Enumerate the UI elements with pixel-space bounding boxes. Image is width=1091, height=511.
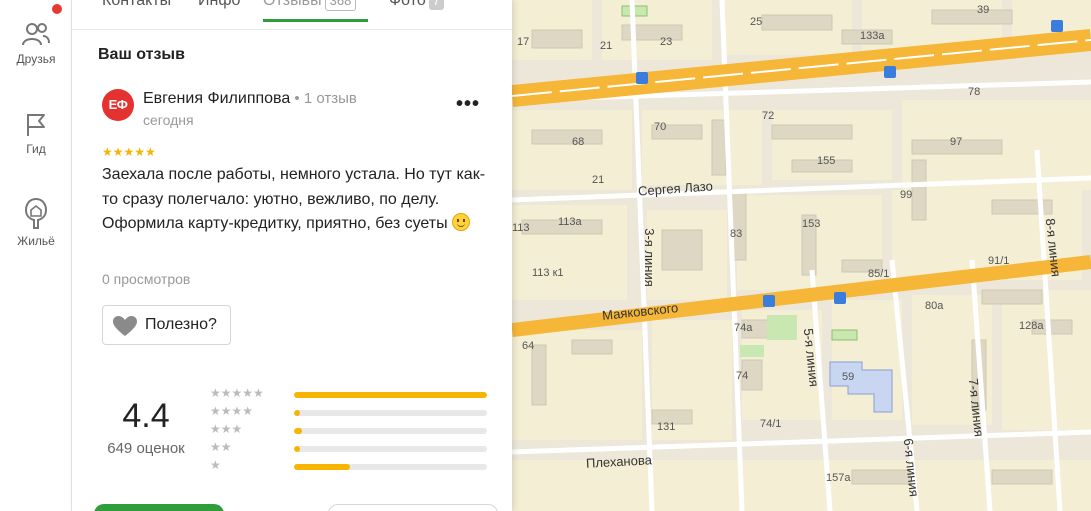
tab-contacts[interactable]: Контакты (102, 0, 171, 30)
left-rail: Друзья Гид Жильё (0, 0, 72, 511)
rating-row: ★ (210, 458, 500, 475)
building-number: 91/1 (988, 255, 1010, 267)
rating-row-fill (294, 428, 302, 434)
building-number: 113 к1 (532, 267, 564, 279)
author-review-count: • 1 отзыв (290, 90, 357, 107)
building-number: 128а (1019, 320, 1044, 332)
author-name: Евгения Филиппова (143, 90, 291, 107)
rail-label-guide: Гид (26, 142, 46, 156)
building-number: 113а (558, 216, 582, 228)
rating-row-fill (294, 410, 300, 416)
building-number: 155 (817, 155, 836, 167)
tab-label: Фото (389, 0, 426, 9)
flag-icon (27, 114, 45, 136)
rating-row-bar (294, 410, 487, 416)
rail-label-friends: Друзья (16, 52, 56, 66)
building-number: 74 (736, 370, 749, 382)
rating-row-fill (294, 392, 487, 398)
building-number: 64 (522, 340, 535, 352)
building-number: 80а (925, 300, 944, 312)
more-options-icon[interactable]: ••• (456, 93, 480, 116)
rating-row-bar (294, 428, 487, 434)
useful-label: Полезно? (145, 316, 217, 333)
rating-row: ★★★★ (210, 404, 500, 421)
rating-value: 4.4 (122, 397, 170, 435)
rating-row: ★★ (210, 440, 500, 457)
building-number: 113 (512, 222, 530, 234)
rating-row-bar (294, 392, 487, 398)
tab-info[interactable]: Инфо (198, 0, 240, 30)
rating-row-stars: ★★ (210, 440, 232, 454)
active-tab-indicator (263, 19, 368, 22)
useful-button[interactable]: Полезно? (102, 305, 231, 345)
house-icon (24, 197, 48, 229)
rating-row-stars: ★★★ (210, 422, 243, 436)
notification-dot (52, 4, 62, 14)
review-date: сегодня (143, 112, 194, 128)
building-number: 97 (950, 136, 963, 148)
tab-label: Контакты (102, 0, 172, 9)
building-number: 68 (572, 136, 585, 148)
rating-row-bar (294, 464, 487, 470)
building-number: 153 (802, 218, 821, 230)
rating-row-fill (294, 446, 300, 452)
building-number: 74/1 (760, 418, 782, 430)
review-text: Заехала после работы, немного устала. Но… (102, 163, 492, 237)
tab-label: Инфо (198, 0, 241, 9)
tab-count: 7 (428, 0, 444, 10)
building-number: 83 (730, 228, 743, 240)
write-review-button[interactable] (94, 504, 224, 511)
building-number: 74а (734, 322, 753, 334)
rating-row: ★★★ (210, 422, 500, 439)
street-label: 3-я линия (641, 228, 657, 287)
building-number: 21 (592, 174, 605, 186)
section-title: Ваш отзыв (98, 46, 185, 63)
building-number: 85/1 (868, 268, 890, 280)
building-number: 131 (657, 421, 676, 433)
building-number: 39 (977, 4, 990, 16)
building-number: 78 (968, 86, 981, 98)
rail-item-housing[interactable]: Жильё (0, 196, 72, 248)
sort-button[interactable] (328, 504, 498, 511)
building-number: 70 (654, 121, 667, 133)
rating-row-fill (294, 464, 350, 470)
building-number: 72 (762, 110, 775, 122)
building-number: 99 (900, 189, 913, 201)
rating-count: 649 оценок (107, 440, 185, 457)
rating-row-stars: ★ (210, 458, 221, 472)
rail-label-housing: Жильё (17, 234, 55, 248)
rail-item-guide[interactable]: Гид (0, 110, 72, 156)
map[interactable]: 17 21 23 25 133а 39 68 70 72 78 97 155 21 99 113 113а 83… (512, 0, 1091, 511)
rating-row: ★★★★★ (210, 386, 500, 403)
tab-bar: Контакты Инфо Отзывы 368 Фото 7 (72, 0, 512, 30)
building-number: 17 (517, 36, 530, 48)
heart-icon (113, 316, 137, 336)
people-icon (22, 23, 50, 46)
building-number: 21 (600, 40, 613, 52)
avatar[interactable]: ЕФ (102, 89, 134, 121)
smile-emoji-icon (452, 213, 471, 231)
rail-item-friends[interactable]: Друзья (0, 20, 72, 66)
rating-summary: 4.4 649 оценок (96, 397, 196, 457)
tab-photos[interactable]: Фото 7 (389, 0, 444, 30)
rating-row-stars: ★★★★ (210, 404, 254, 418)
building-number: 59 (842, 371, 855, 383)
review-author[interactable]: Евгения Филиппова • 1 отзыв (143, 90, 357, 108)
rating-row-stars: ★★★★★ (210, 386, 264, 400)
rating-row-bar (294, 446, 487, 452)
tab-reviews[interactable]: Отзывы 368 (263, 0, 357, 30)
building-number: 133а (860, 30, 885, 42)
tab-label: Отзывы (263, 0, 322, 9)
review-stars: ★★★★★ (102, 145, 156, 159)
review-text-content: Заехала после работы, немного устала. Но… (102, 166, 486, 232)
review-views: 0 просмотров (102, 271, 191, 287)
tab-count: 368 (324, 0, 357, 11)
building-number: 23 (660, 36, 673, 48)
organization-panel: Контакты Инфо Отзывы 368 Фото 7 Ваш отзыв … (72, 0, 512, 511)
building-number: 25 (750, 16, 763, 28)
building-number: 157а (826, 472, 851, 484)
